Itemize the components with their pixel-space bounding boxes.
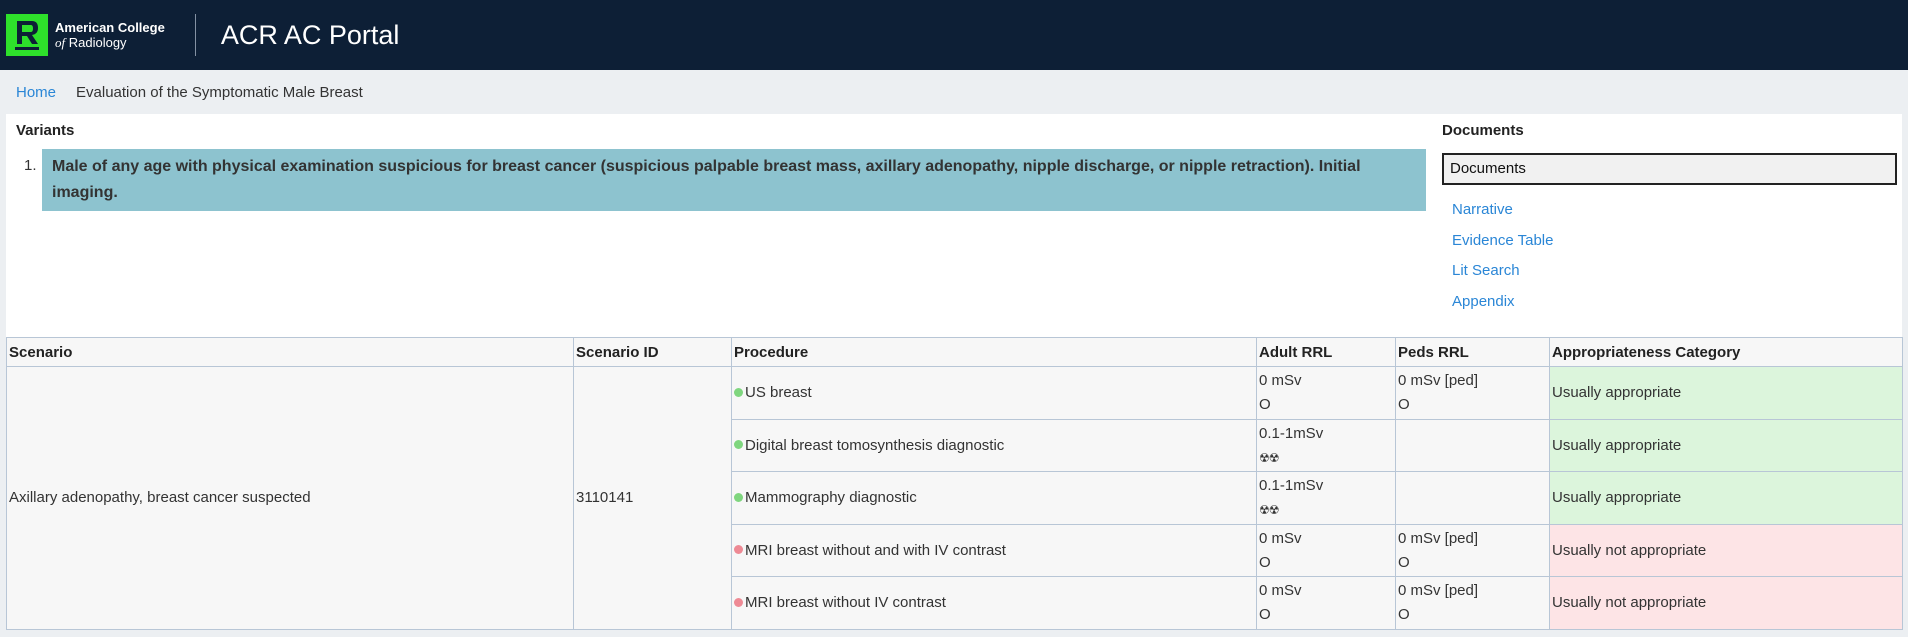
documents-title: Documents bbox=[1442, 122, 1524, 139]
procedures-table: Scenario Scenario ID Procedure Adult RRL… bbox=[6, 337, 1903, 630]
procedure-name: Digital breast tomosynthesis diagnostic bbox=[745, 436, 1005, 454]
procedure-cell: Digital breast tomosynthesis diagnostic bbox=[731, 418, 1257, 472]
acr-logo[interactable]: American College of Radiology bbox=[0, 14, 165, 56]
adult-dose: 0.1-1mSv bbox=[1259, 424, 1324, 442]
header-scenario-id: Scenario ID bbox=[573, 337, 732, 367]
category-cell: Usually appropriate bbox=[1549, 418, 1903, 472]
adult-radiation-icon: O bbox=[1259, 606, 1271, 623]
variant-number: 1. bbox=[24, 157, 37, 174]
procedure-cell: MRI breast without and with IV contrast bbox=[731, 523, 1257, 577]
logo-text: American College of Radiology bbox=[55, 20, 165, 50]
header-scenario: Scenario bbox=[6, 337, 574, 367]
evidence-table-link[interactable]: Evidence Table bbox=[1452, 226, 1902, 257]
peds-radiation-icon: O bbox=[1398, 396, 1410, 413]
peds-dose: 0 mSv [ped] bbox=[1398, 372, 1479, 389]
table-header-row: Scenario Scenario ID Procedure Adult RRL… bbox=[6, 337, 1903, 367]
adult-rrl-cell: 0 mSv O bbox=[1256, 523, 1396, 577]
peds-rrl-cell bbox=[1395, 471, 1550, 525]
documents-links: Narrative Evidence Table Lit Search Appe… bbox=[1442, 195, 1902, 317]
peds-rrl-cell bbox=[1395, 418, 1550, 472]
peds-radiation-icon: O bbox=[1398, 553, 1410, 571]
procedure-cell: US breast bbox=[731, 366, 1257, 420]
peds-rrl-cell: 0 mSv [ped] O bbox=[1395, 523, 1550, 577]
appropriateness-dot-icon bbox=[734, 545, 743, 555]
table-row: Axillary adenopathy, breast cancer suspe… bbox=[6, 366, 1903, 630]
adult-rrl-cell: 0 mSv O bbox=[1256, 366, 1396, 420]
breadcrumb-current: Evaluation of the Symptomatic Male Breas… bbox=[76, 83, 363, 101]
header-appropriateness-category: Appropriateness Category bbox=[1549, 337, 1903, 367]
adult-radiation-icon: O bbox=[1259, 553, 1271, 571]
top-bar: American College of Radiology ACR AC Por… bbox=[0, 0, 1908, 70]
acr-logo-mark-icon bbox=[6, 14, 48, 56]
header-adult-rrl: Adult RRL bbox=[1256, 337, 1396, 367]
appropriateness-dot-icon bbox=[734, 387, 743, 397]
procedure-name: US breast bbox=[745, 384, 812, 402]
header-peds-rrl: Peds RRL bbox=[1395, 337, 1550, 367]
scenario-cell: Axillary adenopathy, breast cancer suspe… bbox=[6, 366, 574, 630]
narrative-link[interactable]: Narrative bbox=[1452, 195, 1902, 226]
adult-radiation-icon: ☢☢ bbox=[1259, 503, 1280, 517]
documents-section: Documents Documents Narrative Evidence T… bbox=[1442, 122, 1902, 317]
peds-dose: 0 mSv [ped] bbox=[1398, 529, 1479, 547]
category-cell: Usually not appropriate bbox=[1549, 523, 1903, 577]
main-content: Variants 1. Male of any age with physica… bbox=[6, 114, 1902, 337]
breadcrumb-home-link[interactable]: Home bbox=[16, 84, 56, 101]
procedure-cell: Mammography diagnostic bbox=[731, 471, 1257, 525]
scenario-id-cell: 3110141 bbox=[573, 366, 732, 630]
appendix-link[interactable]: Appendix bbox=[1452, 287, 1902, 318]
peds-radiation-icon: O bbox=[1398, 606, 1410, 623]
category-cell: Usually appropriate bbox=[1549, 366, 1903, 420]
procedure-name: Mammography diagnostic bbox=[745, 489, 917, 507]
lit-search-link[interactable]: Lit Search bbox=[1452, 256, 1902, 287]
adult-dose: 0 mSv bbox=[1259, 529, 1302, 547]
category-cell: Usually not appropriate bbox=[1549, 576, 1903, 630]
adult-rrl-cell: 0.1-1mSv ☢☢ bbox=[1256, 471, 1396, 525]
procedure-cell: MRI breast without IV contrast bbox=[731, 576, 1257, 630]
adult-radiation-icon: O bbox=[1259, 396, 1271, 413]
logo-line1: American College bbox=[55, 20, 165, 35]
variant-item[interactable]: 1. Male of any age with physical examina… bbox=[16, 149, 1431, 211]
appropriateness-dot-icon bbox=[734, 597, 743, 607]
procedure-name: MRI breast without IV contrast bbox=[745, 594, 946, 612]
appropriateness-dot-icon bbox=[734, 440, 743, 450]
adult-dose: 0.1-1mSv bbox=[1259, 477, 1324, 494]
header-procedure: Procedure bbox=[731, 337, 1257, 367]
header-divider bbox=[194, 14, 196, 56]
adult-rrl-cell: 0 mSv O bbox=[1256, 576, 1396, 630]
variants-section: Variants 1. Male of any age with physica… bbox=[16, 122, 1431, 211]
adult-rrl-cell: 0.1-1mSv ☢☢ bbox=[1256, 418, 1396, 472]
logo-of: of bbox=[55, 35, 66, 50]
peds-dose: 0 mSv [ped] bbox=[1398, 582, 1479, 599]
breadcrumb: Home Evaluation of the Symptomatic Male … bbox=[0, 70, 1908, 114]
variants-title: Variants bbox=[16, 122, 75, 139]
variant-text[interactable]: Male of any age with physical examinatio… bbox=[42, 149, 1426, 211]
appropriateness-dot-icon bbox=[734, 492, 743, 502]
adult-dose: 0 mSv bbox=[1259, 582, 1302, 599]
logo-line2: of Radiology bbox=[55, 35, 165, 50]
portal-title: ACR AC Portal bbox=[220, 19, 400, 50]
procedure-name: MRI breast without and with IV contrast bbox=[745, 541, 1006, 559]
procedures-table-wrapper: Scenario Scenario ID Procedure Adult RRL… bbox=[6, 337, 1903, 630]
peds-rrl-cell: 0 mSv [ped] O bbox=[1395, 576, 1550, 630]
adult-radiation-icon: ☢☢ bbox=[1259, 450, 1280, 465]
documents-select[interactable]: Documents bbox=[1442, 153, 1897, 185]
peds-rrl-cell: 0 mSv [ped] O bbox=[1395, 366, 1550, 420]
category-cell: Usually appropriate bbox=[1549, 471, 1903, 525]
adult-dose: 0 mSv bbox=[1259, 372, 1302, 389]
logo-radiology: Radiology bbox=[65, 35, 127, 50]
